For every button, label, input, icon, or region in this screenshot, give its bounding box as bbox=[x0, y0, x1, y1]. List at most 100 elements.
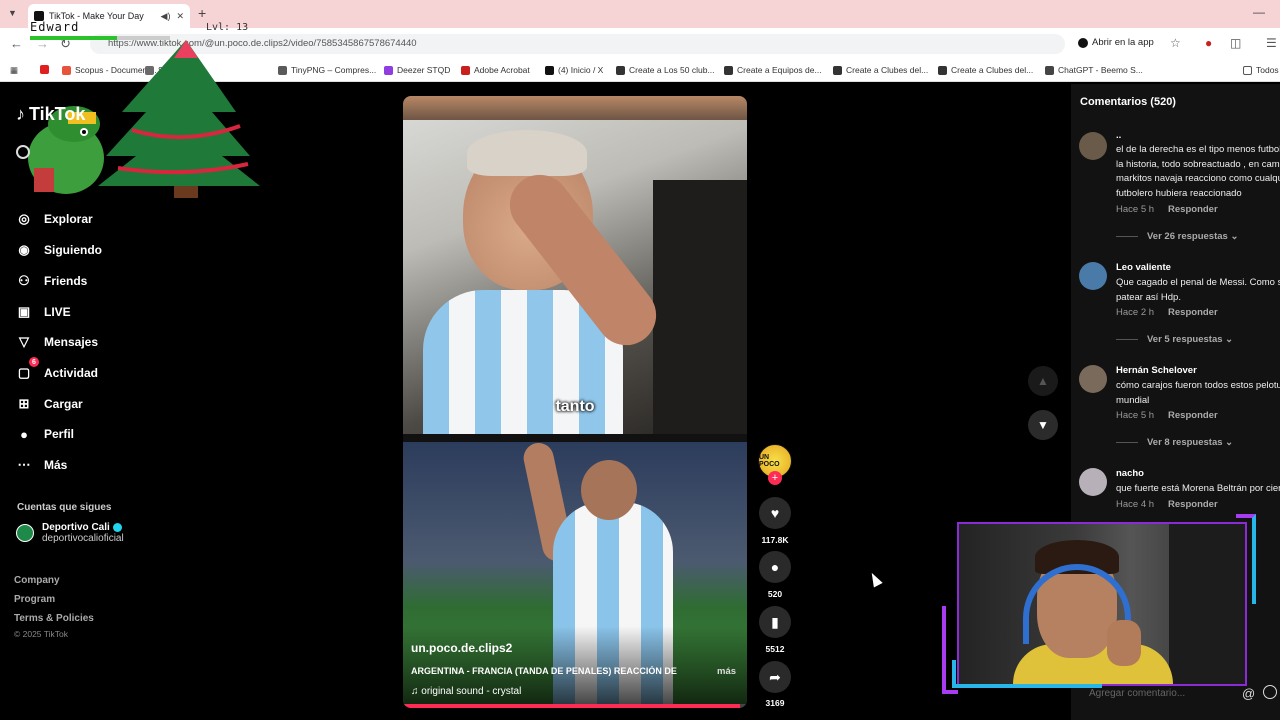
open-in-app-label: Abrir en la app bbox=[1092, 37, 1154, 48]
friends-icon: ⚇ bbox=[18, 273, 30, 288]
reply-button[interactable]: Responder bbox=[1168, 307, 1218, 318]
comment-author[interactable]: nacho bbox=[1116, 468, 1144, 479]
bookmark-favicon-icon bbox=[461, 65, 470, 75]
bookmark-icon: ▮ bbox=[771, 613, 779, 630]
bookmark-clubes-1[interactable]: Create a Clubes del... bbox=[833, 65, 928, 75]
browser-menu-icon[interactable]: ☰ bbox=[1266, 36, 1277, 50]
next-video-button[interactable]: ▼ bbox=[1028, 410, 1058, 440]
view-replies-button[interactable]: Ver 8 respuestas ⌄ bbox=[1116, 437, 1233, 448]
following-icon: ◉ bbox=[18, 242, 30, 257]
video-sound[interactable]: ♫ original sound - crystal bbox=[411, 686, 521, 697]
bookmark-favicon-icon bbox=[384, 65, 393, 75]
video-progress-fill bbox=[403, 704, 741, 708]
bookmark-label: Adobe Acrobat bbox=[474, 65, 530, 75]
bookmark-favicon-icon bbox=[724, 65, 733, 75]
bookmark-clubes-2[interactable]: Create a Clubes del... bbox=[938, 65, 1033, 75]
share-button[interactable]: ➦ bbox=[759, 661, 791, 693]
sidebar-item-live[interactable]: ▣ LIVE bbox=[16, 300, 71, 324]
bookmark-chatgpt[interactable]: ChatGPT - Beemo S... bbox=[1045, 65, 1143, 75]
sidebar-item-perfil[interactable]: ● Perfil bbox=[16, 422, 74, 446]
comment-input[interactable]: Agregar comentario... bbox=[1089, 688, 1185, 699]
sidebar-item-cargar[interactable]: ⊞ Cargar bbox=[16, 392, 83, 416]
view-replies-button[interactable]: Ver 26 respuestas ⌄ bbox=[1116, 231, 1238, 242]
sidebar-item-ms[interactable]: ⋯ Más bbox=[16, 453, 68, 477]
extensions-puzzle-icon[interactable]: ◫ bbox=[1230, 36, 1241, 50]
search-icon[interactable] bbox=[16, 145, 30, 159]
comment-text: Que cagado el penal de Messi. Como se va… bbox=[1116, 277, 1280, 303]
browser-tab-bar: ▼ TikTok - Make Your Day ◀) ✕ + — bbox=[0, 0, 1280, 28]
bookmark-x[interactable]: (4) Inicio / X bbox=[545, 65, 603, 75]
video-upper-frame bbox=[403, 120, 747, 434]
comment-text: que fuerte está Morena Beltrán por ciert… bbox=[1116, 483, 1280, 494]
follow-plus-button[interactable]: + bbox=[768, 471, 782, 485]
comment-text: cómo carajos fueron todos estos pelotudo… bbox=[1116, 380, 1280, 406]
webcam-hand bbox=[1107, 620, 1141, 666]
window-minimize-icon[interactable]: — bbox=[1253, 5, 1265, 19]
reply-button[interactable]: Responder bbox=[1168, 410, 1218, 421]
chevron-down-icon: ⌄ bbox=[1222, 334, 1234, 345]
previous-video-button[interactable]: ▲ bbox=[1028, 366, 1058, 396]
bookmark-equipos[interactable]: Create a Equipos de... bbox=[724, 65, 822, 75]
sidebar-item-friends[interactable]: ⚇ Friends bbox=[16, 269, 87, 293]
reply-button[interactable]: Responder bbox=[1168, 204, 1218, 215]
account-avatar bbox=[16, 524, 34, 542]
comment-author[interactable]: Leo valiente bbox=[1116, 262, 1171, 273]
bookmark-star-icon[interactable]: ☆ bbox=[1170, 36, 1181, 50]
tab-close-icon[interactable]: ✕ bbox=[176, 11, 184, 22]
bookmark-favicon-icon bbox=[938, 65, 947, 75]
bookmark-los-50[interactable]: Create a Los 50 club... bbox=[616, 65, 715, 75]
extension-icon[interactable]: ● bbox=[1205, 36, 1212, 50]
video-description: ARGENTINA - FRANCIA (TANDA DE PENALES) R… bbox=[411, 666, 677, 676]
comment-avatar[interactable] bbox=[1079, 365, 1107, 393]
video-player[interactable]: tanto un.poco.de.clips2 ARGENTINA - FRAN… bbox=[403, 96, 747, 708]
emoji-icon[interactable] bbox=[1263, 685, 1277, 699]
comment-author[interactable]: .. bbox=[1116, 130, 1121, 141]
footer-link-terms[interactable]: Terms & Policies bbox=[14, 613, 94, 624]
video-author[interactable]: un.poco.de.clips2 bbox=[411, 641, 512, 655]
webcam-frame-corner bbox=[1236, 514, 1256, 604]
bookmark-label: Create a Clubes del... bbox=[951, 65, 1034, 75]
sidebar-item-mensajes[interactable]: ▽ Mensajes bbox=[16, 330, 98, 354]
comment-icon: ● bbox=[770, 559, 780, 575]
tiktok-logo[interactable]: ♪ TikTok bbox=[16, 104, 85, 125]
chevron-down-icon: ⌄ bbox=[1227, 231, 1239, 242]
like-button[interactable]: ♥ bbox=[759, 497, 791, 529]
footer-link-program[interactable]: Program bbox=[14, 594, 55, 605]
sound-name: original sound - crystal bbox=[421, 686, 522, 697]
share-count: 3169 bbox=[765, 698, 785, 708]
comment-time: Hace 5 h bbox=[1116, 204, 1155, 215]
activity-badge: 6 bbox=[29, 357, 39, 367]
comment-avatar[interactable] bbox=[1079, 262, 1107, 290]
bookmark-tinypng[interactable]: TinyPNG – Compres... bbox=[278, 65, 376, 75]
sidebar-item-label: Siguiendo bbox=[44, 243, 102, 257]
account-name: Deportivo Cali bbox=[42, 522, 110, 533]
tab-audio-icon[interactable]: ◀) bbox=[161, 11, 171, 22]
save-count: 5512 bbox=[765, 644, 785, 654]
footer-link-company[interactable]: Company bbox=[14, 575, 60, 586]
share-arrow-icon: ➦ bbox=[769, 668, 781, 685]
open-in-app-button[interactable]: Abrir en la app bbox=[1078, 37, 1154, 48]
sidebar-item-siguiendo[interactable]: ◉ Siguiendo bbox=[16, 238, 102, 262]
comment-avatar[interactable] bbox=[1079, 132, 1107, 160]
tab-list-icon[interactable]: ▼ bbox=[8, 8, 17, 18]
video-progress-bar[interactable] bbox=[403, 704, 747, 708]
view-replies-button[interactable]: Ver 5 respuestas ⌄ bbox=[1116, 334, 1233, 345]
comment-avatar[interactable] bbox=[1079, 468, 1107, 496]
bookmark-label: Deezer STQD bbox=[397, 65, 451, 75]
comment-author[interactable]: Hernán Schelover bbox=[1116, 365, 1197, 376]
sidebar-item-actividad[interactable]: ▢ Actividad 6 bbox=[16, 357, 98, 385]
bookmark-deezer[interactable]: Deezer STQD bbox=[384, 65, 450, 75]
reply-button[interactable]: Responder bbox=[1168, 499, 1218, 510]
comment-button[interactable]: ● bbox=[759, 551, 791, 583]
mention-icon[interactable]: @ bbox=[1242, 686, 1255, 701]
bookmark-acrobat[interactable]: Adobe Acrobat bbox=[461, 65, 530, 75]
all-bookmarks[interactable]: Todos bbox=[1243, 65, 1279, 75]
new-tab-icon[interactable]: + bbox=[198, 5, 206, 21]
sidebar-item-label: Friends bbox=[44, 274, 88, 288]
sidebar-item-explorar[interactable]: ◎ Explorar bbox=[16, 207, 92, 231]
description-more-button[interactable]: más bbox=[717, 666, 736, 677]
save-button[interactable]: ▮ bbox=[759, 606, 791, 638]
mouse-cursor-icon bbox=[867, 570, 883, 588]
following-account[interactable]: Deportivo Cali deportivocalioficial bbox=[16, 522, 124, 544]
bookmark-label: Create a Clubes del... bbox=[846, 65, 929, 75]
